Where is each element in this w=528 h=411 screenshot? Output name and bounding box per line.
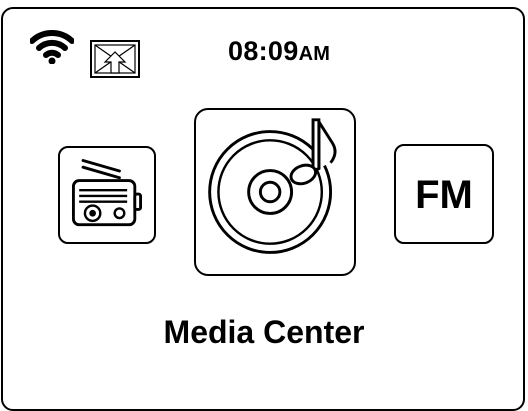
fm-tile[interactable]: FM [394,144,494,244]
clock-time: 08:09 [228,36,299,66]
radio-icon [71,159,143,227]
clock-ampm: AM [298,43,331,65]
music-disc-icon [208,118,337,254]
clock: 08:09AM [228,36,330,67]
fm-label: FM [415,173,473,217]
usb-icon [90,40,140,78]
menu-title: Media Center [163,314,365,350]
wifi-icon [30,30,74,64]
radio-tile[interactable] [58,146,156,244]
media-center-tile[interactable] [194,108,356,276]
